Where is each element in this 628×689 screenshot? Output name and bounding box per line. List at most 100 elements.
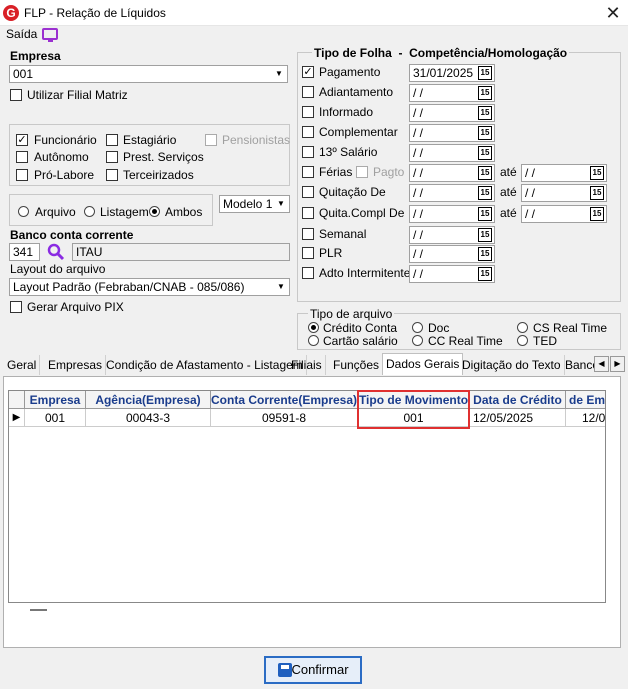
chevron-left-icon[interactable]: ◀ bbox=[594, 356, 609, 372]
banco-code-input[interactable]: 341 bbox=[9, 243, 40, 261]
calendar-icon[interactable]: 15 bbox=[478, 267, 492, 281]
doc-radio[interactable] bbox=[412, 322, 423, 333]
complementar-date-value: / / bbox=[413, 126, 424, 140]
estagiario-label: Estagiário bbox=[123, 133, 177, 147]
table-row-data-credito[interactable]: 12/05/2025 bbox=[470, 409, 566, 427]
informado-checkbox[interactable] bbox=[302, 106, 314, 118]
plr-checkbox[interactable] bbox=[302, 247, 314, 259]
cc-real-time-radio[interactable] bbox=[412, 335, 423, 346]
layout-label: Layout do arquivo bbox=[10, 262, 106, 276]
adiantamento-date-value: / / bbox=[413, 86, 424, 100]
tab-condicao-afastamento[interactable]: Condição de Afastamento - Listagem bbox=[103, 355, 307, 375]
calendar-icon[interactable]: 15 bbox=[478, 207, 492, 221]
cartao-salario-label: Cartão salário bbox=[323, 334, 398, 348]
arquivo-label: Arquivo bbox=[35, 205, 76, 219]
calendar-icon[interactable]: 15 bbox=[478, 146, 492, 160]
col-agencia-header[interactable]: Agência(Empresa) bbox=[86, 391, 211, 409]
cc-real-time-label: CC Real Time bbox=[428, 334, 503, 348]
quitacao-de-checkbox[interactable] bbox=[302, 186, 314, 198]
confirmar-button[interactable]: Confirmar bbox=[264, 656, 362, 684]
calendar-icon[interactable]: 15 bbox=[478, 228, 492, 242]
layout-value: Layout Padrão (Febraban/CNAB - 085/086) bbox=[13, 280, 245, 294]
quita-compl-de-date-value: / / bbox=[413, 207, 424, 221]
menu-saida[interactable]: Saída bbox=[6, 27, 37, 41]
semanal-checkbox[interactable] bbox=[302, 228, 314, 240]
tab-banco[interactable]: Banco bbox=[562, 355, 596, 375]
chevron-down-icon[interactable]: ▼ bbox=[272, 67, 286, 81]
close-icon[interactable]: ✕ bbox=[602, 2, 624, 24]
monitor-icon[interactable] bbox=[42, 28, 58, 42]
calendar-icon[interactable]: 15 bbox=[590, 166, 604, 180]
credito-conta-radio[interactable] bbox=[308, 322, 319, 333]
calendar-icon[interactable]: 15 bbox=[478, 106, 492, 120]
table-row-conta-corrente[interactable]: 09591-8 bbox=[211, 409, 358, 427]
tab-funcoes[interactable]: Funções bbox=[330, 355, 384, 375]
ferias-checkbox[interactable] bbox=[302, 166, 314, 178]
funcionario-checkbox[interactable]: ✓ bbox=[16, 134, 28, 146]
calendar-icon[interactable]: 15 bbox=[590, 186, 604, 200]
tab-geral[interactable]: Geral bbox=[4, 355, 41, 375]
estagiario-checkbox[interactable] bbox=[106, 134, 118, 146]
quita-compl-de-checkbox[interactable] bbox=[302, 207, 314, 219]
cs-real-time-radio[interactable] bbox=[517, 322, 528, 333]
data-grid[interactable]: Empresa Agência(Empresa) Conta Corrente(… bbox=[8, 390, 606, 603]
tab-empresas[interactable]: Empresas bbox=[45, 355, 107, 375]
col-empresa-header[interactable]: Empresa bbox=[25, 391, 86, 409]
ferias-date-to-value: / / bbox=[525, 166, 536, 180]
prest-servicos-checkbox[interactable] bbox=[106, 151, 118, 163]
quita-compl-de-label: Quita.Compl De bbox=[319, 206, 405, 220]
listagem-radio[interactable] bbox=[84, 206, 95, 217]
banco-name-field: ITAU bbox=[72, 243, 290, 261]
utilizar-filial-checkbox[interactable] bbox=[10, 89, 22, 101]
chevron-right-icon[interactable]: ▶ bbox=[610, 356, 625, 372]
calendar-icon[interactable]: 15 bbox=[478, 166, 492, 180]
layout-select[interactable]: Layout Padrão (Febraban/CNAB - 085/086) … bbox=[9, 278, 290, 296]
table-row-empresa[interactable]: 001 bbox=[25, 409, 86, 427]
ted-radio[interactable] bbox=[517, 335, 528, 346]
col-conta-corrente-header[interactable]: Conta Corrente(Empresa) bbox=[211, 391, 358, 409]
autonomo-checkbox[interactable] bbox=[16, 151, 28, 163]
table-row-agencia[interactable]: 00043-3 bbox=[86, 409, 211, 427]
empresa-select[interactable]: 001 ▼ bbox=[9, 65, 288, 83]
search-icon[interactable] bbox=[46, 242, 66, 262]
doc-label: Doc bbox=[428, 321, 450, 335]
calendar-icon[interactable]: 15 bbox=[478, 66, 492, 80]
pro-labore-checkbox[interactable] bbox=[16, 169, 28, 181]
window-title: FLP - Relação de Líquidos bbox=[24, 6, 166, 20]
tab-digitacao-texto[interactable]: Digitação do Texto bbox=[459, 355, 565, 375]
col-data-emissao-header[interactable]: de Em bbox=[566, 391, 605, 409]
complementar-label: Complementar bbox=[319, 125, 398, 139]
table-row-data-emissao[interactable]: 12/0 bbox=[566, 409, 605, 427]
pro-labore-label: Pró-Labore bbox=[34, 168, 95, 182]
terceirizados-label: Terceirizados bbox=[123, 168, 194, 182]
ambos-radio[interactable] bbox=[149, 206, 160, 217]
tab-filiais[interactable]: Filiais bbox=[288, 355, 326, 375]
chevron-down-icon[interactable]: ▼ bbox=[274, 197, 288, 211]
gerar-pix-checkbox[interactable] bbox=[10, 301, 22, 313]
13-salario-checkbox[interactable] bbox=[302, 146, 314, 158]
13-salario-date-value: / / bbox=[413, 146, 424, 160]
cartao-salario-radio[interactable] bbox=[308, 335, 319, 346]
modelo-select[interactable]: Modelo 1 ▼ bbox=[219, 195, 290, 213]
semanal-label: Semanal bbox=[319, 227, 367, 241]
complementar-checkbox[interactable] bbox=[302, 126, 314, 138]
adiantamento-checkbox[interactable] bbox=[302, 86, 314, 98]
utilizar-filial-label: Utilizar Filial Matriz bbox=[27, 88, 128, 102]
tipo-arquivo-label: Tipo de arquivo bbox=[308, 307, 395, 321]
chevron-down-icon[interactable]: ▼ bbox=[274, 280, 288, 294]
calendar-icon[interactable]: 15 bbox=[478, 86, 492, 100]
calendar-icon[interactable]: 15 bbox=[478, 247, 492, 261]
pagamento-checkbox[interactable]: ✓ bbox=[302, 66, 314, 78]
calendar-icon[interactable]: 15 bbox=[478, 186, 492, 200]
terceirizados-checkbox[interactable] bbox=[106, 169, 118, 181]
autonomo-label: Autônomo bbox=[34, 150, 89, 164]
calendar-icon[interactable]: 15 bbox=[478, 126, 492, 140]
col-data-credito-header[interactable]: Data de Crédito bbox=[470, 391, 566, 409]
tab-dados-gerais[interactable]: Dados Gerais bbox=[382, 353, 464, 375]
listagem-label: Listagem bbox=[100, 205, 149, 219]
adto-intermitente-checkbox[interactable] bbox=[302, 267, 314, 279]
modelo-value: Modelo 1 bbox=[223, 197, 273, 211]
ferias-ate-label: até bbox=[500, 165, 517, 179]
arquivo-radio[interactable] bbox=[18, 206, 29, 217]
calendar-icon[interactable]: 15 bbox=[590, 207, 604, 221]
